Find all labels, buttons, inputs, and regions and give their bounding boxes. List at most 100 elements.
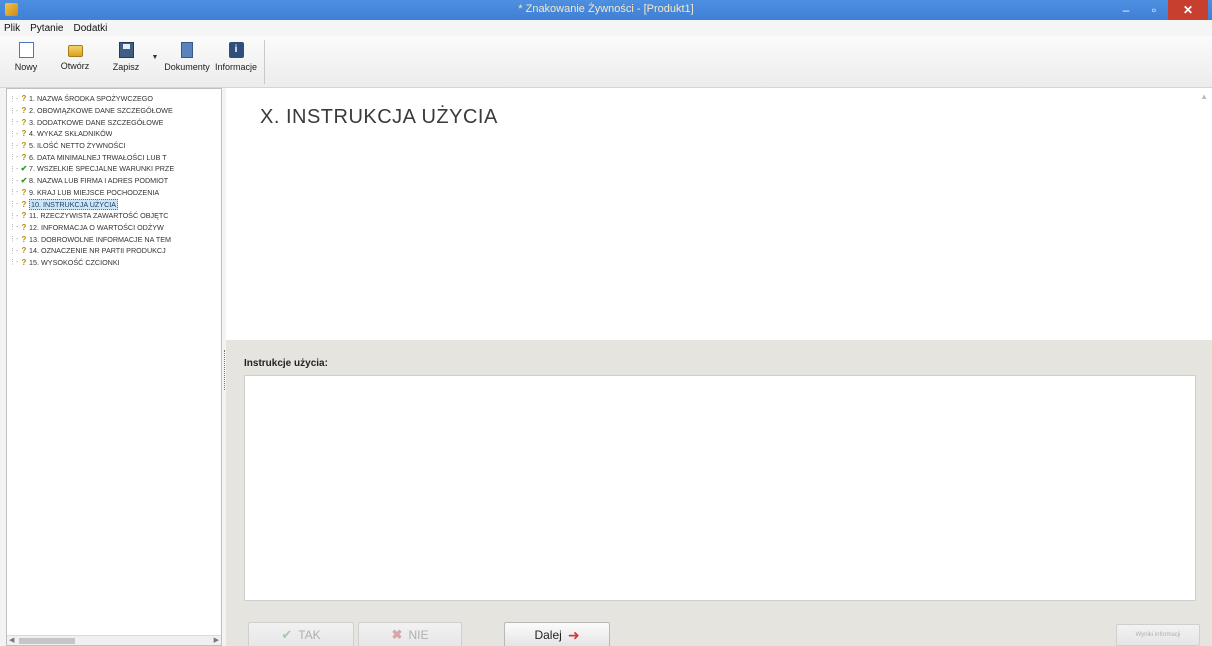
open-button[interactable]: Otwórz bbox=[46, 36, 104, 76]
window-title: * Znakowanie Żywności - [Produkt1] bbox=[518, 3, 694, 15]
tree-item[interactable]: ⋮-? 5. ILOŚĆ NETTO ŻYWNOŚCI bbox=[7, 140, 221, 152]
tree-item[interactable]: ⋮-? 10. INSTRUKCJA UŻYCIA bbox=[7, 198, 221, 210]
tree-item[interactable]: ⋮-? 12. INFORMACJA O WARTOŚCI ODŻYW bbox=[7, 222, 221, 234]
info-button[interactable]: i Informacje bbox=[212, 36, 260, 76]
window-controls: – ▫ ✕ bbox=[1112, 0, 1208, 20]
title-bar: * Znakowanie Żywności - [Produkt1] – ▫ ✕ bbox=[0, 0, 1212, 20]
tree-item[interactable]: ⋮-? 2. OBOWIĄZKOWE DANE SZCZEGÓŁOWE bbox=[7, 105, 221, 117]
question-mark-icon: ? bbox=[21, 257, 27, 267]
tree-item[interactable]: ⋮- ✔ 7. WSZELKIE SPECJALNE WARUNKI PRZE bbox=[7, 163, 221, 175]
section-header-area: X. INSTRUKCJA UŻYCIA ▲ bbox=[226, 88, 1212, 340]
tree-connector: ⋮- bbox=[9, 95, 19, 103]
save-button[interactable]: Zapisz bbox=[104, 36, 148, 76]
question-mark-icon: ? bbox=[21, 234, 27, 244]
menu-question[interactable]: Pytanie bbox=[30, 23, 63, 34]
tree-item-label: 6. DATA MINIMALNEJ TRWAŁOŚCI LUB T bbox=[29, 152, 167, 162]
tree-item[interactable]: ⋮-? 4. WYKAZ SKŁADNIKÓW bbox=[7, 128, 221, 140]
menu-bar: Plik Pytanie Dodatki bbox=[0, 20, 1212, 36]
app-window: * Znakowanie Żywności - [Produkt1] – ▫ ✕… bbox=[0, 0, 1212, 646]
save-dropdown-arrow[interactable]: ▼ bbox=[148, 54, 162, 61]
new-button[interactable]: Nowy bbox=[6, 36, 46, 76]
no-button[interactable]: ✖ NIE bbox=[358, 622, 462, 646]
yes-button-label: TAK bbox=[298, 628, 321, 642]
horizontal-scrollbar[interactable]: ◀ ▶ bbox=[7, 635, 221, 645]
scrollbar-thumb[interactable] bbox=[19, 638, 75, 644]
open-button-label: Otwórz bbox=[60, 61, 90, 71]
info-icon: i bbox=[228, 42, 244, 58]
tree-item[interactable]: ⋮- ✔ 8. NAZWA LUB FIRMA I ADRES PODMIOT bbox=[7, 175, 221, 187]
main-panel: X. INSTRUKCJA UŻYCIA ▲ Instrukcje użycia… bbox=[226, 88, 1212, 646]
yes-button[interactable]: ✔ TAK bbox=[248, 622, 354, 646]
no-button-label: NIE bbox=[408, 628, 429, 642]
cross-icon: ✖ bbox=[391, 627, 403, 642]
tree-connector: ⋮- bbox=[9, 212, 19, 220]
maximize-button[interactable]: ▫ bbox=[1140, 0, 1168, 20]
question-mark-icon: ? bbox=[21, 246, 27, 256]
tree-item-label: 14. OZNACZENIE NR PARTII PRODUKCJ bbox=[29, 246, 166, 256]
tree-list: ⋮-? 1. NAZWA ŚRODKA SPOŻYWCZEGO ⋮-? 2. OBOW… bbox=[7, 93, 221, 268]
tree-connector: ⋮- bbox=[9, 107, 19, 115]
tree-item[interactable]: ⋮-? 14. OZNACZENIE NR PARTII PRODUKCJ bbox=[7, 245, 221, 257]
tree-connector: ⋮- bbox=[9, 259, 19, 267]
documents-icon bbox=[181, 42, 193, 58]
documents-button[interactable]: Dokumenty bbox=[162, 36, 212, 76]
minimize-button[interactable]: – bbox=[1112, 0, 1140, 20]
tree-item-label: 2. OBOWIĄZKOWE DANE SZCZEGÓŁOWE bbox=[29, 106, 173, 116]
section-tree[interactable]: ⋮-? 1. NAZWA ŚRODKA SPOŻYWCZEGO ⋮-? 2. OBOW… bbox=[6, 88, 222, 646]
tree-item[interactable]: ⋮-? 11. RZECZYWISTA ZAWARTOŚĆ OBJĘTC bbox=[7, 210, 221, 222]
section-title: X. INSTRUKCJA UŻYCIA bbox=[260, 106, 498, 128]
tree-item-label: 4. WYKAZ SKŁADNIKÓW bbox=[29, 129, 113, 139]
tree-connector: ⋮- bbox=[9, 189, 19, 197]
folder-icon bbox=[67, 45, 83, 57]
next-button[interactable]: Dalej ➜ bbox=[504, 622, 610, 646]
tree-item[interactable]: ⋮-? 13. DOBROWOLNE INFORMACJE NA TEM bbox=[7, 233, 221, 245]
tree-item-label: 9. KRAJ LUB MIEJSCE POCHODZENIA bbox=[29, 187, 160, 197]
floppy-disk-icon bbox=[118, 42, 134, 58]
tree-item[interactable]: ⋮-? 1. NAZWA ŚRODKA SPOŻYWCZEGO bbox=[7, 93, 221, 105]
tree-item[interactable]: ⋮-? 15. WYSOKOŚĆ CZCIONKI bbox=[7, 257, 221, 269]
menu-file[interactable]: Plik bbox=[4, 23, 20, 34]
scroll-right-icon[interactable]: ▶ bbox=[214, 636, 219, 644]
question-mark-icon: ? bbox=[21, 117, 27, 127]
next-button-label: Dalej bbox=[534, 628, 562, 642]
info-button-label: Informacje bbox=[214, 62, 258, 72]
tree-item[interactable]: ⋮-? 3. DODATKOWE DANE SZCZEGÓŁOWE bbox=[7, 116, 221, 128]
tree-connector: ⋮- bbox=[9, 224, 19, 232]
tree-item[interactable]: ⋮-? 9. KRAJ LUB MIEJSCE POCHODZENIA bbox=[7, 187, 221, 199]
tree-connector: ⋮- bbox=[9, 142, 19, 150]
tree-item-label: 12. INFORMACJA O WARTOŚCI ODŻYW bbox=[29, 222, 164, 232]
question-mark-icon: ? bbox=[21, 141, 27, 151]
tree-connector: ⋮- bbox=[9, 247, 19, 255]
question-mark-icon: ? bbox=[21, 222, 27, 232]
check-icon: ✔ bbox=[281, 627, 293, 642]
question-mark-icon: ? bbox=[21, 152, 27, 162]
tree-connector: ⋮- bbox=[9, 154, 19, 162]
close-button[interactable]: ✕ bbox=[1168, 0, 1208, 20]
tree-item-label: 7. WSZELKIE SPECJALNE WARUNKI PRZE bbox=[29, 164, 175, 174]
menu-extras[interactable]: Dodatki bbox=[73, 23, 107, 34]
question-mark-icon: ? bbox=[21, 211, 27, 221]
tree-item-label: 5. ILOŚĆ NETTO ŻYWNOŚCI bbox=[29, 141, 126, 151]
documents-button-label: Dokumenty bbox=[164, 62, 210, 72]
tree-item-label: 8. NAZWA LUB FIRMA I ADRES PODMIOT bbox=[29, 176, 169, 186]
tree-item-label: 1. NAZWA ŚRODKA SPOŻYWCZEGO bbox=[29, 94, 153, 104]
question-mark-icon: ? bbox=[21, 187, 27, 197]
scroll-up-icon[interactable]: ▲ bbox=[1200, 92, 1208, 101]
tree-item-label: 11. RZECZYWISTA ZAWARTOŚĆ OBJĘTC bbox=[29, 211, 169, 221]
tree-item[interactable]: ⋮-? 6. DATA MINIMALNEJ TRWAŁOŚCI LUB T bbox=[7, 151, 221, 163]
results-button[interactable]: Wyniki informacji bbox=[1116, 624, 1200, 646]
new-document-icon bbox=[18, 42, 34, 58]
tree-item-label: 13. DOBROWOLNE INFORMACJE NA TEM bbox=[29, 234, 172, 244]
instructions-textarea[interactable] bbox=[244, 375, 1196, 601]
tree-item-label: 15. WYSOKOŚĆ CZCIONKI bbox=[29, 257, 120, 267]
tree-connector: ⋮- bbox=[9, 201, 19, 209]
check-icon: ✔ bbox=[20, 164, 28, 174]
scroll-left-icon[interactable]: ◀ bbox=[9, 636, 14, 644]
tree-item-label: 10. INSTRUKCJA UŻYCIA bbox=[29, 198, 119, 210]
arrow-right-icon: ➜ bbox=[567, 626, 580, 643]
toolbar: Nowy Otwórz Zapisz ▼ Dokumenty i Informa… bbox=[0, 36, 1212, 88]
question-mark-icon: ? bbox=[21, 129, 27, 139]
question-mark-icon: ? bbox=[21, 94, 27, 104]
save-button-label: Zapisz bbox=[112, 62, 140, 72]
question-mark-icon: ? bbox=[21, 106, 27, 116]
